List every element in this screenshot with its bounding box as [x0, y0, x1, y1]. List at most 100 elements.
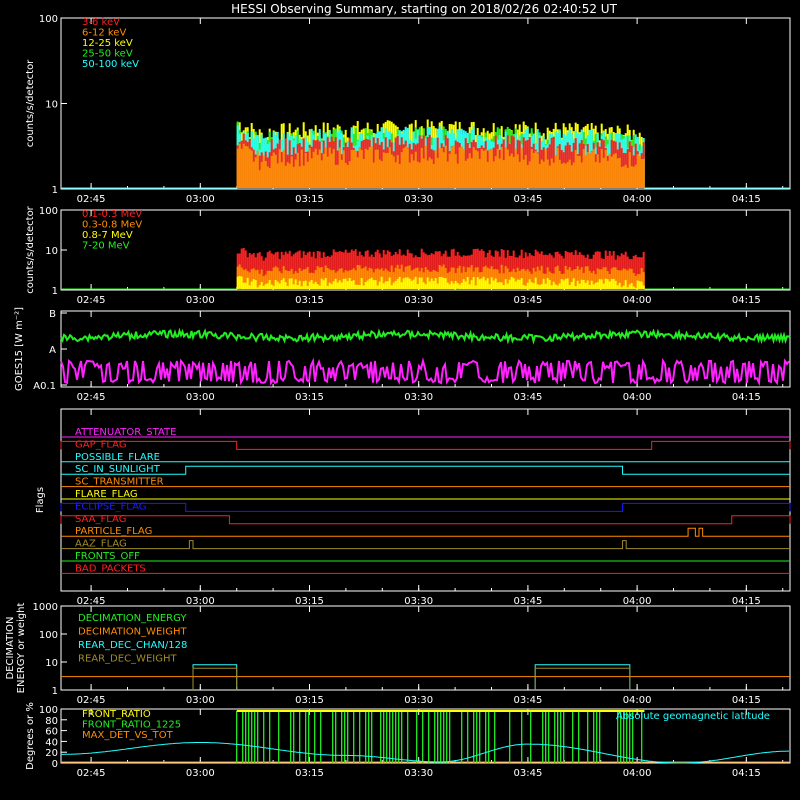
- highE-data-bar: [280, 280, 283, 289]
- lowE-data-bar: [408, 162, 411, 188]
- lowE-data-bar: [522, 159, 525, 188]
- flag-label-flare-flag: FLARE_FLAG: [75, 489, 138, 500]
- figure-title: HESSI Observing Summary, starting on 201…: [231, 2, 617, 16]
- highE-data-bar: [440, 276, 443, 289]
- lowE-data-bar: [278, 149, 281, 188]
- highE-data-bar: [400, 282, 403, 289]
- lowE-data-bar: [448, 153, 451, 188]
- goes-x-tick-label: 04:15: [732, 392, 761, 403]
- lowE-data-bar: [346, 164, 349, 188]
- lowE-y-tick-label: 10: [45, 100, 58, 111]
- highE-x-tick-label: 04:00: [623, 295, 652, 306]
- lowE-data-bar: [558, 159, 561, 188]
- lowE-data-bar: [390, 154, 393, 188]
- highE-data-bar: [236, 276, 239, 289]
- decim-x-tick-label: 03:45: [513, 695, 542, 706]
- highE-data-bar: [414, 276, 417, 289]
- ratio-x-tick-label: 02:45: [77, 768, 106, 779]
- decim-y-axis-label-line1: DECIMATION: [5, 616, 16, 679]
- figure-background: [0, 0, 800, 800]
- highE-data-bar: [574, 268, 577, 289]
- flags-x-tick-label: 03:00: [186, 596, 215, 607]
- lowE-data-bar: [460, 146, 463, 188]
- highE-data-bar: [552, 281, 555, 289]
- highE-data-bar: [406, 277, 409, 289]
- highE-legend-7-20-mev: 7-20 MeV: [82, 241, 130, 252]
- lowE-data-bar: [428, 157, 431, 188]
- highE-data-bar: [270, 284, 273, 289]
- lowE-y-axis-label: counts/s/detector: [25, 59, 36, 147]
- lowE-data-bar: [510, 153, 513, 188]
- lowE-data-bar: [516, 154, 519, 188]
- highE-data-bar: [282, 278, 285, 289]
- highE-data-bar: [262, 286, 265, 289]
- lowE-legend-25-50-kev: 25-50 keV: [82, 49, 133, 60]
- lowE-data-bar: [330, 153, 333, 188]
- highE-data-bar: [610, 279, 613, 289]
- highE-data-bar: [592, 284, 595, 289]
- highE-data-bar: [558, 283, 561, 289]
- lowE-data-bar: [588, 153, 591, 188]
- goes-y-axis-label: GOES15 [W m⁻²]: [14, 307, 25, 391]
- highE-data-bar: [504, 279, 507, 289]
- lowE-data-bar: [578, 156, 581, 188]
- highE-data-bar: [428, 281, 431, 289]
- flag-label-fronts-off: FRONTS_OFF: [75, 551, 140, 562]
- lowE-data-bar: [362, 158, 365, 188]
- highE-data-bar: [624, 280, 627, 289]
- highE-data-bar: [444, 278, 447, 289]
- highE-data-bar: [600, 279, 603, 289]
- highE-data-bar: [250, 281, 253, 289]
- highE-data-bar: [386, 281, 389, 289]
- lowE-data-bar: [236, 148, 239, 188]
- decim-y-tick-label: 1: [52, 686, 58, 697]
- highE-data-bar: [548, 280, 551, 289]
- lowE-data-bar: [318, 149, 321, 188]
- observing-summary-figure: HESSI Observing Summary, starting on 201…: [0, 0, 800, 800]
- lowE-data-bar: [242, 143, 245, 188]
- lowE-data-bar: [356, 157, 359, 188]
- ratio-legend-front-ratio-1225: FRONT_RATIO_1225: [82, 720, 181, 731]
- lowE-data-bar: [488, 149, 491, 188]
- lowE-data-bar: [442, 152, 445, 188]
- ratio-x-tick-label: 04:00: [623, 768, 652, 779]
- lowE-data-bar: [496, 148, 499, 188]
- lowE-data-bar: [584, 154, 587, 188]
- highE-data-bar: [278, 283, 281, 289]
- lowE-x-tick-label: 03:15: [295, 194, 324, 205]
- lowE-data-bar: [240, 148, 243, 188]
- lowE-y-tick-label: 100: [39, 14, 58, 25]
- highE-data-bar: [288, 278, 291, 289]
- lowE-data-bar: [416, 161, 419, 188]
- lowE-data-bar: [340, 159, 343, 188]
- highE-data-bar: [478, 279, 481, 289]
- lowE-data-bar: [280, 162, 283, 188]
- highE-data-bar: [520, 278, 523, 289]
- highE-data-bar: [576, 280, 579, 289]
- highE-data-bar: [420, 277, 423, 289]
- highE-data-bar: [294, 279, 297, 289]
- decim-legend-rear-dec-weight: REAR_DEC_WEIGHT: [78, 654, 177, 665]
- highE-data-bar: [242, 282, 245, 289]
- ratio-y-tick-label: 40: [45, 737, 58, 748]
- lowE-data-bar: [322, 153, 325, 188]
- lowE-data-bar: [596, 154, 599, 188]
- highE-y-axis-label: counts/s/detector: [25, 205, 36, 293]
- flag-label-possible-flare: POSSIBLE_FLARE: [75, 452, 160, 463]
- highE-data-bar: [244, 282, 247, 289]
- lowE-data-bar: [520, 147, 523, 188]
- lowE-data-bar: [600, 149, 603, 188]
- lowE-data-bar: [418, 162, 421, 188]
- highE-data-bar: [540, 283, 543, 289]
- lowE-data-bar: [500, 147, 503, 188]
- lowE-data-bar: [570, 165, 573, 188]
- lowE-data-bar: [394, 162, 397, 188]
- lowE-data-bar: [374, 149, 377, 188]
- lowE-data-bar: [398, 164, 401, 188]
- highE-data-bar: [472, 277, 475, 289]
- highE-data-bar: [362, 285, 365, 289]
- highE-data-bar: [582, 280, 585, 289]
- lowE-data-bar: [450, 146, 453, 188]
- lowE-data-bar: [284, 165, 287, 188]
- highE-data-bar: [402, 278, 405, 289]
